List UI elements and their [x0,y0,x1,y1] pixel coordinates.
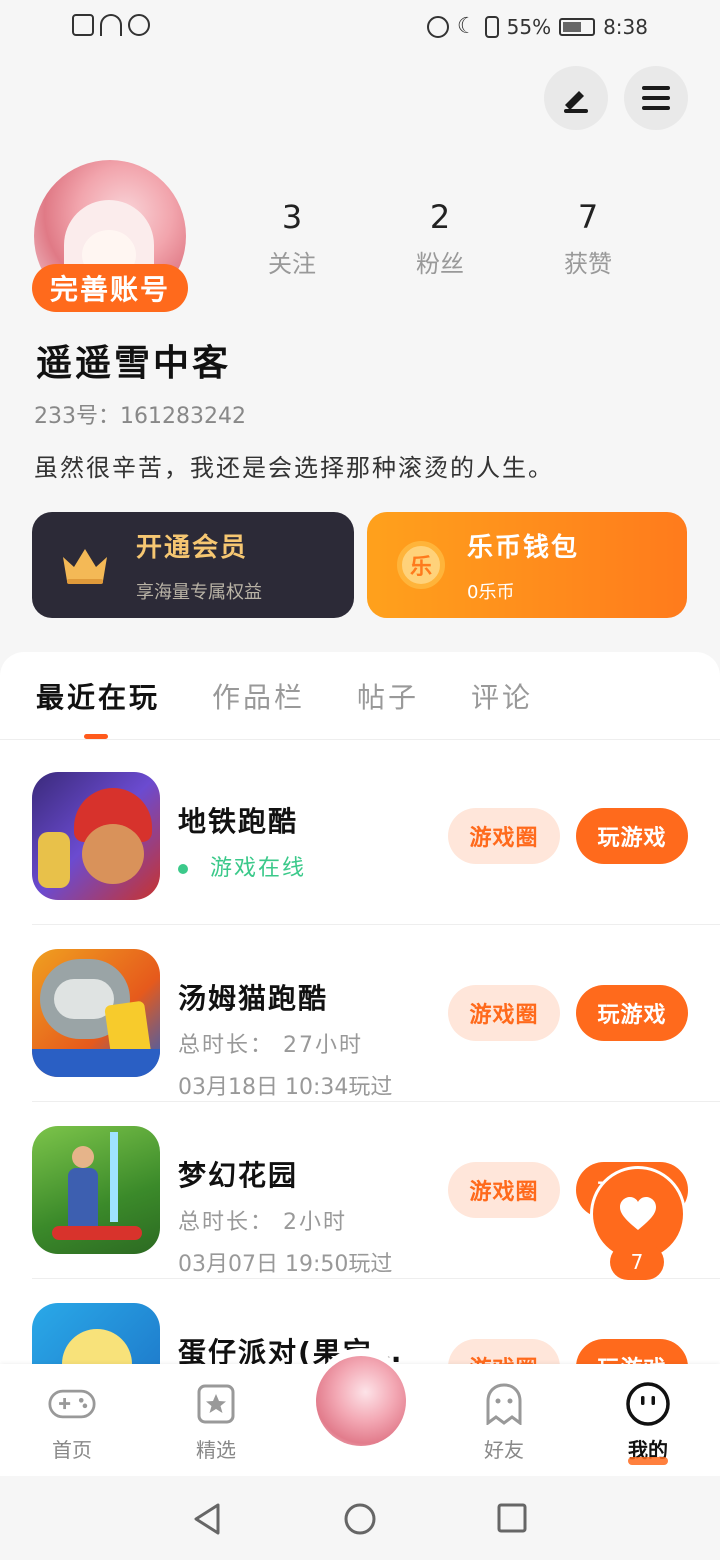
play-game-button[interactable]: 玩游戏 [576,1339,688,1364]
row-divider [32,1278,720,1279]
user-id: 233号：161283242 [34,404,246,429]
game-circle-button[interactable]: 游戏圈 [448,1339,560,1364]
nav-label: 精选 [196,1438,236,1462]
nav-label: 首页 [52,1438,92,1462]
nickname: 遥遥雪中客 [36,343,232,384]
clock: 8:38 [603,14,648,39]
game-icon [32,1126,160,1254]
nav-active-indicator [628,1457,668,1465]
stat-value: 3 [281,198,303,236]
game-circle-button[interactable]: 游戏圈 [448,1162,560,1218]
face-icon [624,1382,672,1426]
play-game-button[interactable]: 玩游戏 [576,808,688,864]
game-row[interactable]: 地铁跑酷 游戏在线 游戏圈 玩游戏 [32,772,720,948]
stat-following[interactable]: 3 关注 [232,198,352,279]
tab-recent[interactable]: 最近在玩 [36,676,160,716]
nav-label: 好友 [484,1438,524,1462]
nav-center-avatar[interactable] [312,1348,410,1454]
game-status-text: 游戏在线 [210,856,307,881]
edit-button[interactable] [544,66,608,130]
data-saver-icon [128,14,150,36]
game-icon [32,949,160,1077]
tab-divider [0,739,720,740]
game-row[interactable]: 汤姆猫跑酷 总时长： 27小时 03月18日 10:34玩过 游戏圈 玩游戏 [32,949,720,1125]
game-playtime: 总时长： 2小时 [178,1210,347,1235]
game-icon [32,1303,160,1364]
status-icons-right: ☾ 55% 8:38 [426,14,648,39]
wifi-icon [100,14,122,36]
status-bar: ☾ 55% 8:38 [0,0,720,56]
vibrate-icon [484,15,499,38]
game-status: 游戏在线 [178,850,306,882]
stat-label: 粉丝 [416,250,464,278]
stat-likes[interactable]: 7 获赞 [528,198,648,279]
play-game-button[interactable]: 玩游戏 [576,985,688,1041]
avatar [316,1356,406,1446]
stat-label: 关注 [268,250,316,278]
moon-icon: ☾ [456,14,477,39]
game-icon [32,772,160,900]
nav-featured[interactable]: 精选 [166,1382,266,1463]
tab-posts[interactable]: 帖子 [357,676,419,716]
battery-icon [559,17,596,36]
battery-percent: 55% [506,14,552,39]
pencil-icon [564,91,588,113]
status-icons-left [72,14,150,36]
crown-icon [63,549,107,584]
wallet-title: 乐币钱包 [467,532,580,563]
wallet-subtitle: 0乐币 [467,581,515,603]
vip-title: 开通会员 [136,532,249,563]
coin-icon: 乐 [397,541,445,589]
wallet-card[interactable]: 乐 乐币钱包 0乐币 [367,512,687,618]
row-divider [32,924,720,925]
back-icon[interactable] [190,1502,224,1536]
game-name: 汤姆猫跑酷 [178,982,329,1015]
game-last-played: 03月07日 19:50玩过 [178,1252,393,1277]
stat-value: 7 [577,198,599,236]
menu-icon [642,86,670,110]
stat-label: 获赞 [564,250,612,278]
vip-card[interactable]: 开通会员 享海量专属权益 [32,512,354,618]
vip-subtitle: 享海量专属权益 [136,581,262,603]
menu-button[interactable] [624,66,688,130]
game-name: 梦幻花园 [178,1159,299,1192]
tab-works[interactable]: 作品栏 [212,676,305,716]
gamepad-icon [48,1382,96,1426]
alarm-icon [426,15,449,38]
nav-home[interactable]: 首页 [22,1382,122,1463]
game-circle-button[interactable]: 游戏圈 [448,985,560,1041]
game-circle-button[interactable]: 游戏圈 [448,808,560,864]
row-divider [32,1101,720,1102]
stat-value: 2 [429,198,451,236]
bio: 虽然很辛苦，我还是会选择那种滚烫的人生。 [34,454,554,482]
complete-account-badge[interactable]: 完善账号 [32,264,188,312]
game-last-played: 03月18日 10:34玩过 [178,1075,393,1100]
stat-followers[interactable]: 2 粉丝 [380,198,500,279]
nav-mine[interactable]: 我的 [598,1382,698,1465]
ghost-icon [480,1382,528,1426]
system-nav-bar [0,1476,720,1560]
heart-icon [620,1197,656,1230]
game-name: 地铁跑酷 [178,805,299,838]
like-count: 7 [610,1244,664,1280]
alert-icon [72,14,94,36]
star-bookmark-icon [192,1382,240,1426]
tab-comments[interactable]: 评论 [471,676,533,716]
recents-icon[interactable] [496,1502,528,1534]
nav-friends[interactable]: 好友 [454,1382,554,1463]
game-playtime: 总时长： 27小时 [178,1033,363,1058]
online-dot [178,864,188,874]
tab-bar: 最近在玩 作品栏 帖子 评论 [36,676,585,716]
home-circle-icon[interactable] [343,1502,377,1536]
